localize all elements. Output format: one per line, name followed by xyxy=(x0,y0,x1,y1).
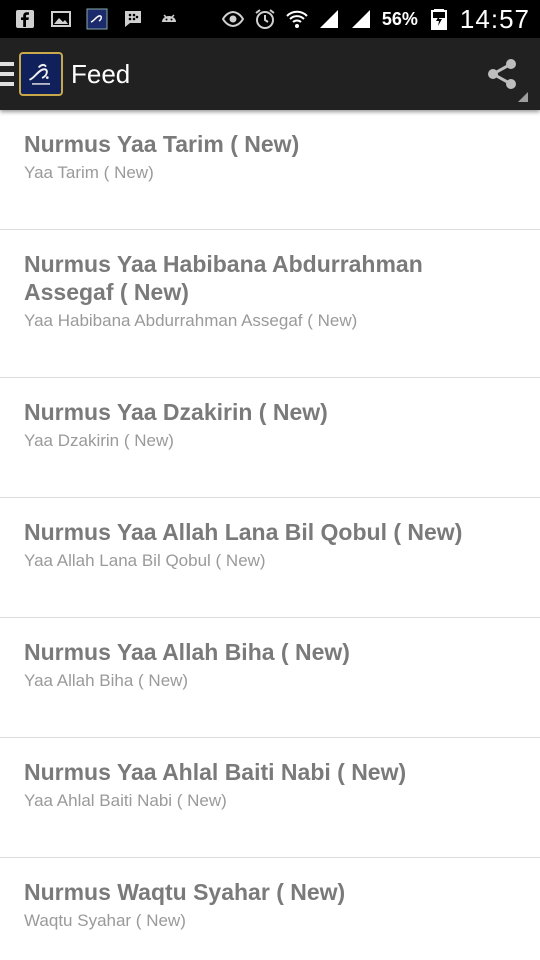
list-item[interactable]: Nurmus Waqtu Syahar ( New) Waqtu Syahar … xyxy=(0,858,540,960)
item-subtitle: Yaa Allah Biha ( New) xyxy=(24,671,189,690)
item-title: Nurmus Waqtu Syahar ( New) xyxy=(24,879,346,905)
list-item[interactable]: Nurmus Yaa Habibana Abdurrahman Assegaf … xyxy=(0,230,540,378)
item-title: Nurmus Yaa Tarim ( New) xyxy=(24,131,300,157)
facebook-icon xyxy=(14,8,36,30)
signal-icon-2 xyxy=(350,8,372,30)
bbm-icon xyxy=(122,8,144,30)
list-item[interactable]: Nurmus Yaa Tarim ( New) Yaa Tarim ( New) xyxy=(0,110,540,230)
item-subtitle: Yaa Tarim ( New) xyxy=(24,163,154,182)
item-title: Nurmus Yaa Habibana Abdurrahman Assegaf … xyxy=(24,251,423,305)
system-icons: 56% 14:57 xyxy=(221,3,530,35)
gallery-icon xyxy=(50,8,72,30)
overflow-corner-indicator xyxy=(518,92,528,102)
page-title: Feed xyxy=(71,58,131,89)
item-subtitle: Waqtu Syahar ( New) xyxy=(24,911,186,930)
list-item[interactable]: Nurmus Yaa Ahlal Baiti Nabi ( New) Yaa A… xyxy=(0,738,540,858)
share-icon xyxy=(488,59,516,89)
feed-list[interactable]: Nurmus Yaa Tarim ( New) Yaa Tarim ( New)… xyxy=(0,110,540,960)
list-item[interactable]: Nurmus Yaa Allah Lana Bil Qobul ( New) Y… xyxy=(0,498,540,618)
item-subtitle: Yaa Allah Lana Bil Qobul ( New) xyxy=(24,551,266,570)
share-button[interactable] xyxy=(482,54,528,102)
notification-icons xyxy=(14,8,180,30)
item-title: Nurmus Yaa Dzakirin ( New) xyxy=(24,399,328,425)
item-subtitle: Yaa Habibana Abdurrahman Assegaf ( New) xyxy=(24,311,358,330)
item-subtitle: Yaa Dzakirin ( New) xyxy=(24,431,174,450)
calligraphy-logo-icon xyxy=(29,63,50,85)
action-bar: Feed xyxy=(0,38,540,110)
item-subtitle: Yaa Ahlal Baiti Nabi ( New) xyxy=(24,791,227,810)
wifi-icon xyxy=(286,8,308,30)
item-title: Nurmus Yaa Allah Lana Bil Qobul ( New) xyxy=(24,519,463,545)
battery-icon xyxy=(428,8,450,30)
eye-icon xyxy=(221,8,244,30)
app-calligraphy-icon xyxy=(86,8,108,30)
menu-icon[interactable] xyxy=(0,62,16,86)
alarm-icon xyxy=(254,8,276,30)
clock: 14:57 xyxy=(459,3,530,34)
battery-percent: 56% xyxy=(381,8,418,29)
android-icon xyxy=(158,8,180,30)
signal-icon xyxy=(318,8,340,30)
list-item[interactable]: Nurmus Yaa Dzakirin ( New) Yaa Dzakirin … xyxy=(0,378,540,498)
item-title: Nurmus Yaa Ahlal Baiti Nabi ( New) xyxy=(24,759,407,785)
status-bar: 56% 14:57 xyxy=(0,0,540,38)
app-logo[interactable] xyxy=(19,52,63,96)
item-title: Nurmus Yaa Allah Biha ( New) xyxy=(24,639,350,665)
list-item[interactable]: Nurmus Yaa Allah Biha ( New) Yaa Allah B… xyxy=(0,618,540,738)
